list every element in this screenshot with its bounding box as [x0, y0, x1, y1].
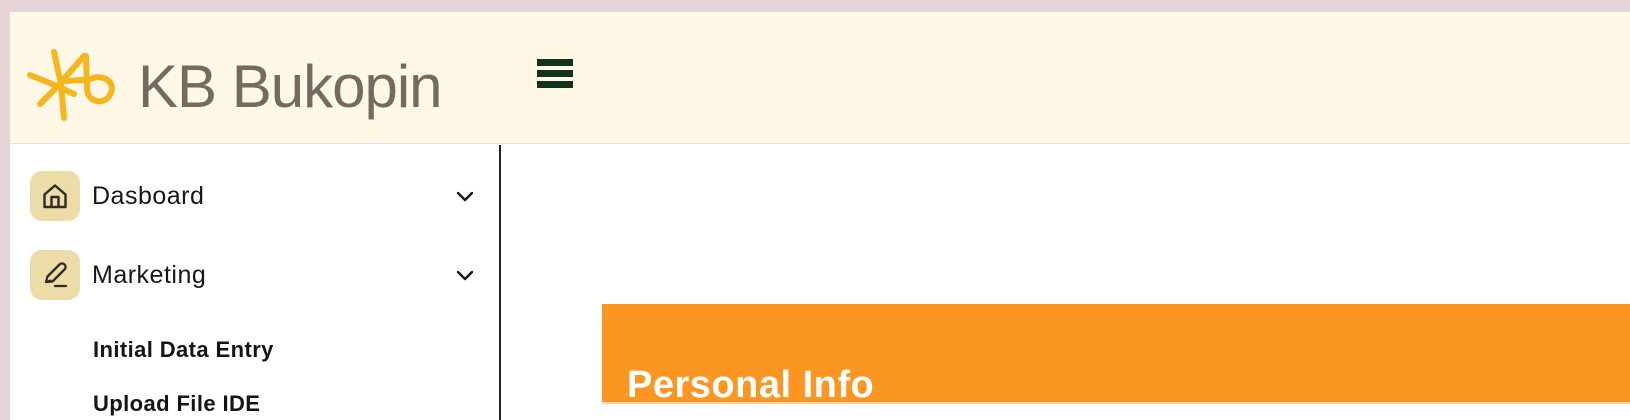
sidebar-item-label: Marketing: [92, 260, 207, 289]
sidebar: Dasboard Marketing Initial Data Entry Up…: [10, 145, 501, 420]
home-icon: [30, 171, 80, 221]
submenu-item-initial-data-entry[interactable]: Initial Data Entry: [93, 337, 274, 363]
sidebar-item-label: Dasboard: [92, 181, 205, 210]
hamburger-line: [537, 70, 573, 77]
sidebar-item-marketing[interactable]: Marketing: [30, 249, 478, 301]
pen-icon: [30, 250, 80, 300]
brand-name: KB Bukopin: [138, 53, 443, 120]
chevron-down-icon[interactable]: [452, 183, 478, 209]
hamburger-line: [537, 59, 573, 66]
submenu-item-upload-file-ide[interactable]: Upload File IDE: [93, 391, 260, 417]
hamburger-menu-button[interactable]: [537, 52, 573, 88]
personal-info-panel-header: Personal Info: [602, 304, 1630, 404]
panel-title: Personal Info: [627, 363, 875, 406]
brand-logo[interactable]: KB Bukopin: [26, 46, 443, 128]
top-header: KB Bukopin: [10, 12, 1630, 144]
hamburger-line: [537, 81, 573, 88]
kb-star-logo-icon: [27, 49, 115, 121]
main-content: Personal Info: [501, 145, 1630, 420]
app-window: KB Bukopin Dasboard Marketing Initial Da…: [10, 12, 1630, 420]
sidebar-item-dasboard[interactable]: Dasboard: [30, 170, 478, 222]
chevron-down-icon[interactable]: [452, 262, 478, 288]
